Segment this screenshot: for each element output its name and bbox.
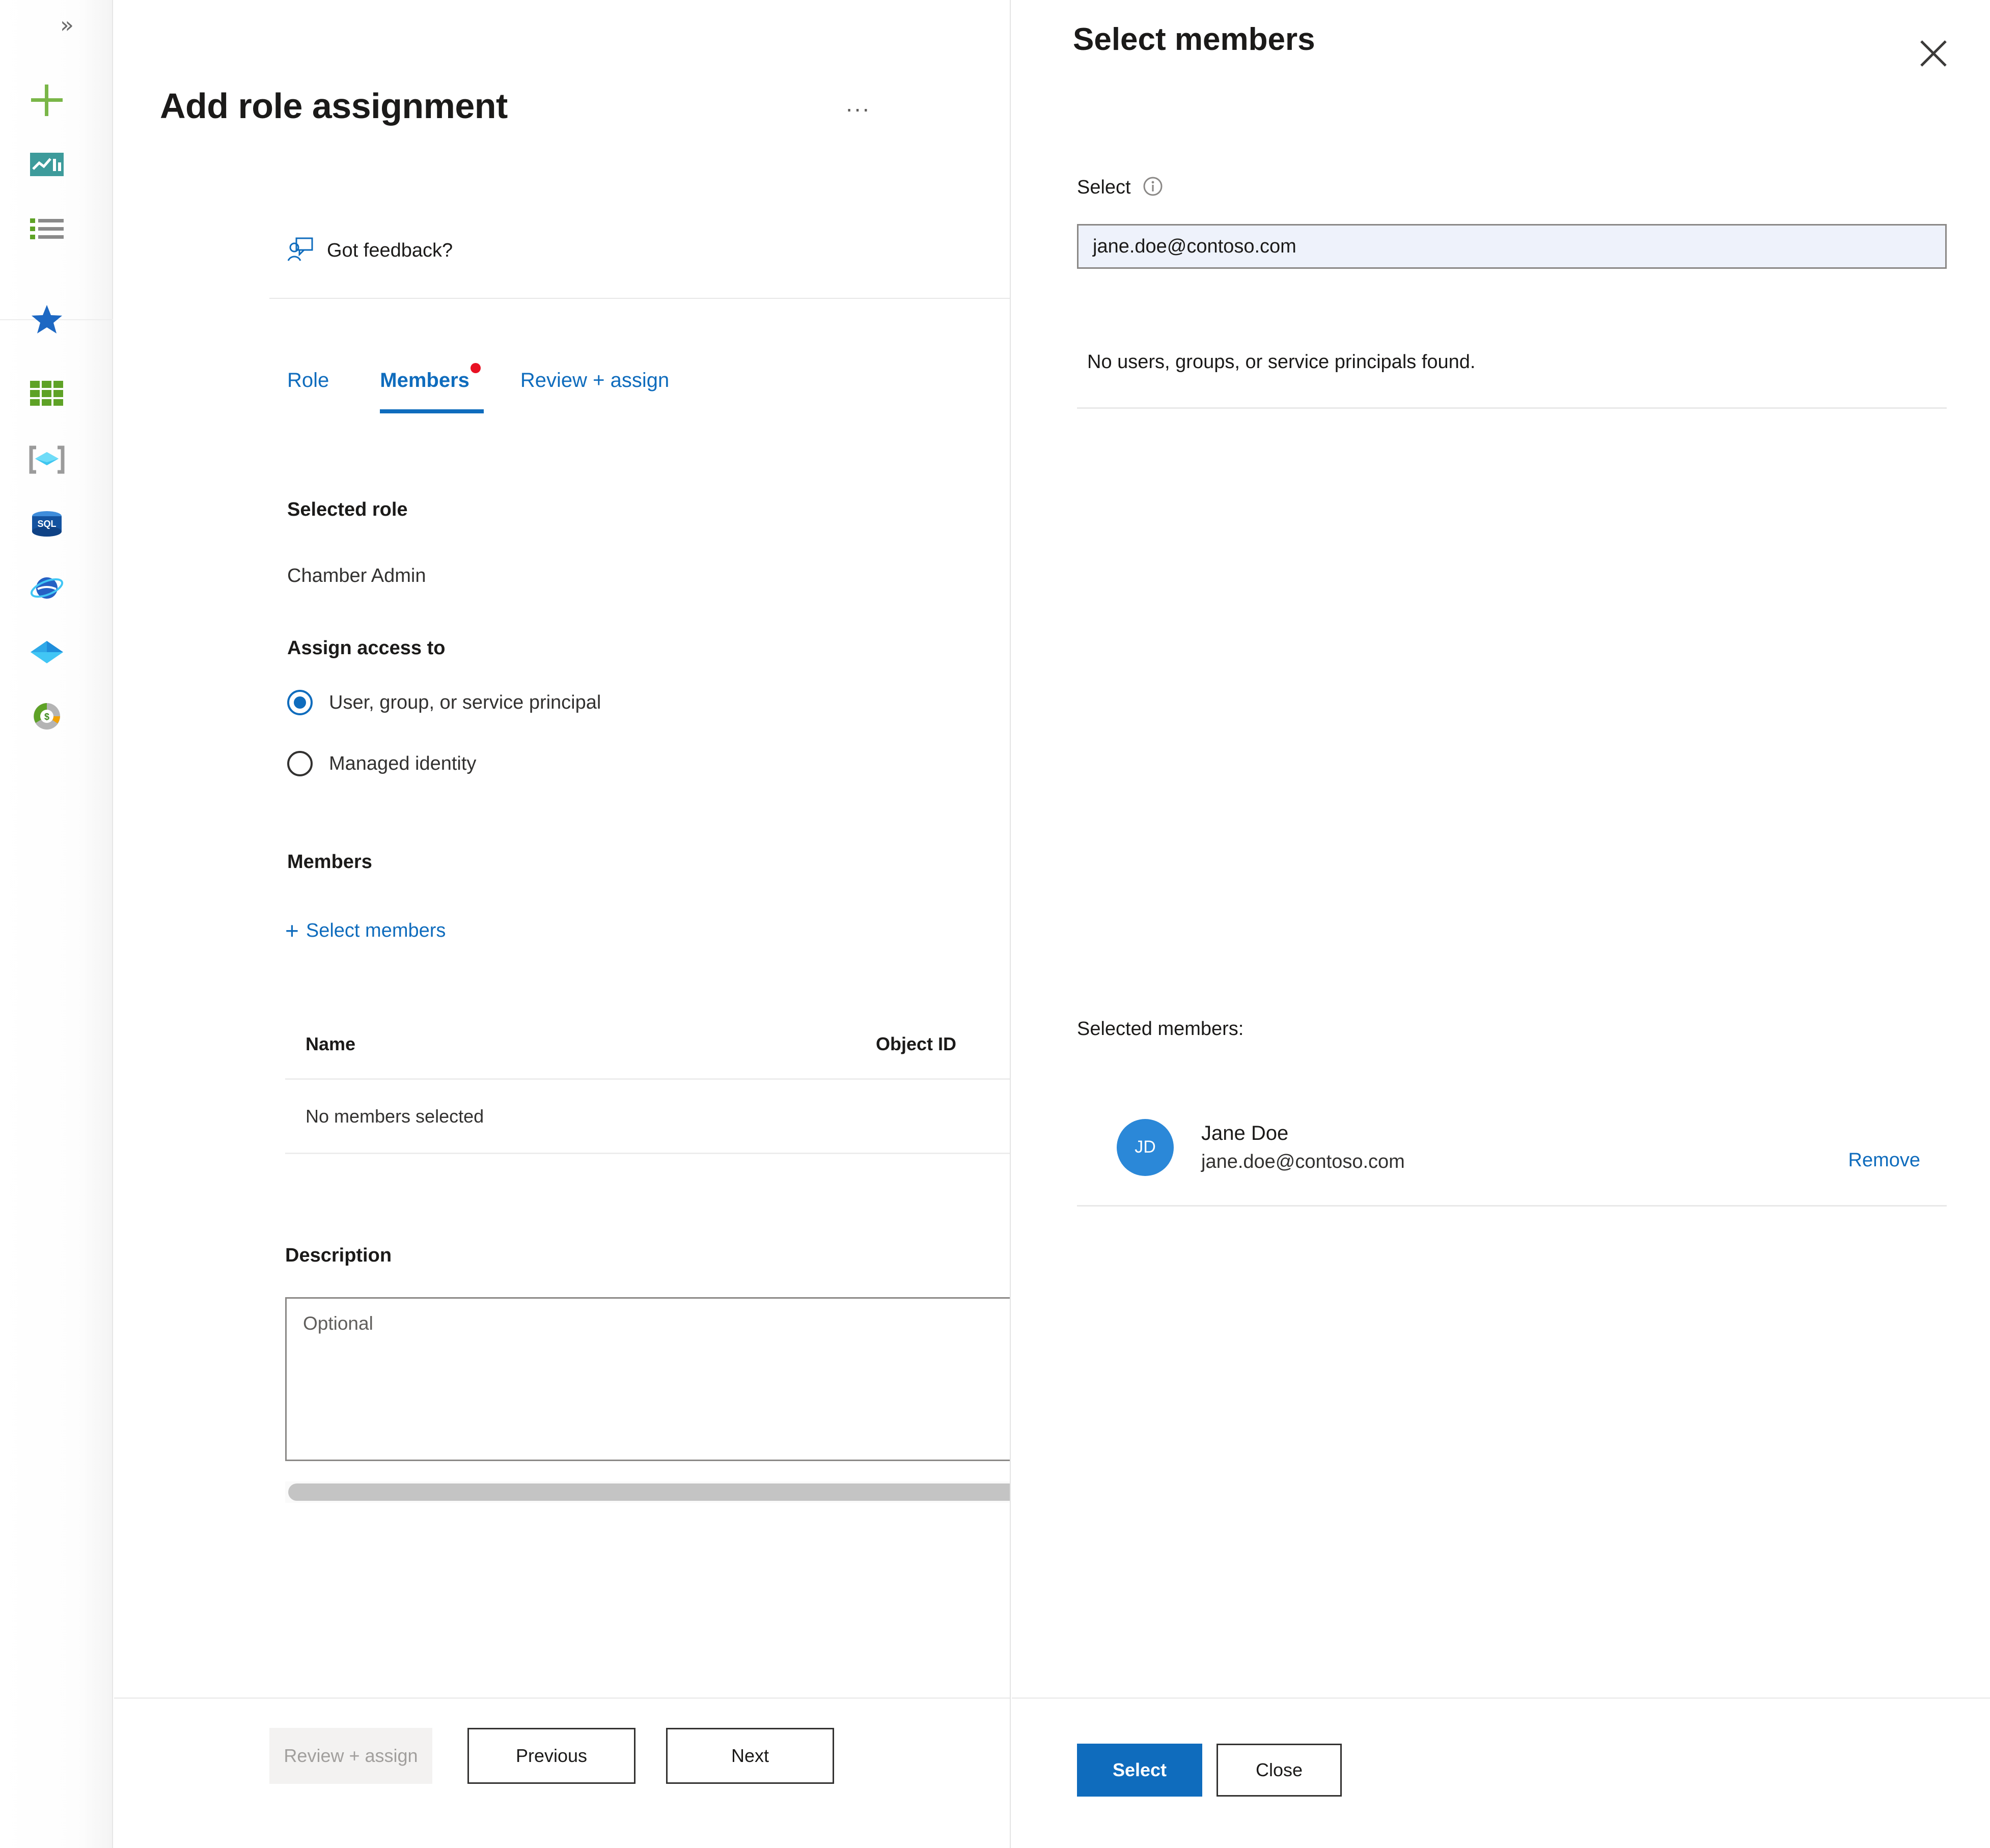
- resource-groups-icon[interactable]: [28, 441, 66, 479]
- assign-access-to-heading: Assign access to: [287, 637, 446, 659]
- radio-user-group-service-principal-label: User, group, or service principal: [329, 691, 601, 713]
- tab-role-label: Role: [287, 369, 329, 391]
- avatar: JD: [1117, 1118, 1174, 1176]
- next-button[interactable]: Next: [666, 1728, 834, 1784]
- selected-role-value: Chamber Admin: [287, 565, 426, 586]
- cost-management-icon[interactable]: $: [28, 697, 66, 735]
- context-pane-footer-divider: [1012, 1697, 1990, 1699]
- tab-review-assign[interactable]: Review + assign: [520, 369, 669, 409]
- radio-managed-identity[interactable]: Managed identity: [287, 751, 476, 776]
- all-resources-icon[interactable]: [28, 375, 66, 412]
- radio-selected-icon: [287, 690, 313, 715]
- previous-button[interactable]: Previous: [467, 1728, 635, 1784]
- members-empty-message: No members selected: [306, 1105, 484, 1127]
- results-divider: [1077, 407, 1947, 409]
- left-navigation-rail: » SQL $: [0, 0, 113, 1848]
- selected-member-info: Jane Doe jane.doe@contoso.com: [1201, 1122, 1405, 1173]
- got-feedback-link[interactable]: Got feedback?: [287, 237, 453, 265]
- horizontal-scrollbar-thumb[interactable]: [288, 1483, 1010, 1501]
- radio-user-group-service-principal[interactable]: User, group, or service principal: [287, 690, 601, 715]
- tab-members[interactable]: Members: [380, 363, 484, 413]
- tab-members-required-dot: [470, 363, 481, 373]
- members-heading: Members: [287, 851, 372, 873]
- description-placeholder: Optional: [303, 1313, 373, 1334]
- selected-role-heading: Selected role: [287, 499, 408, 520]
- header-divider: [269, 298, 1010, 299]
- list-item: JD Jane Doe jane.doe@contoso.com Remove: [1077, 1089, 1947, 1207]
- dashboard-icon[interactable]: [28, 146, 66, 183]
- all-services-icon[interactable]: [28, 210, 66, 247]
- radio-unselected-icon: [287, 751, 313, 776]
- select-members-context-pane: Select members Select jane.doe@contoso.c…: [1012, 0, 1990, 1848]
- blade-footer: Review + assign Previous Next: [114, 1699, 1010, 1848]
- remove-member-link[interactable]: Remove: [1848, 1150, 1921, 1171]
- select-members-link-label: Select members: [306, 919, 446, 941]
- plus-icon: +: [285, 917, 299, 944]
- close-icon[interactable]: [1911, 31, 1956, 76]
- svg-text:SQL: SQL: [37, 519, 56, 529]
- members-table-header: Name Object ID: [285, 1033, 1010, 1080]
- description-heading: Description: [285, 1245, 392, 1266]
- create-resource-icon[interactable]: [28, 81, 66, 119]
- select-members-link[interactable]: + Select members: [285, 919, 446, 942]
- radio-managed-identity-label: Managed identity: [329, 752, 477, 774]
- sql-databases-icon[interactable]: SQL: [28, 505, 66, 543]
- virtual-machines-icon[interactable]: [28, 633, 66, 671]
- select-members-search-input[interactable]: jane.doe@contoso.com: [1077, 224, 1947, 269]
- selected-members-label: Selected members:: [1077, 1018, 1244, 1040]
- select-field-label: Select: [1077, 177, 1131, 198]
- info-icon[interactable]: [1142, 176, 1164, 200]
- column-header-name: Name: [306, 1033, 356, 1054]
- more-options-icon[interactable]: ···: [845, 97, 870, 120]
- selected-member-name: Jane Doe: [1201, 1122, 1289, 1144]
- tab-role[interactable]: Role: [287, 369, 329, 409]
- no-results-message: No users, groups, or service principals …: [1087, 351, 1476, 373]
- select-button[interactable]: Select: [1077, 1744, 1202, 1797]
- selected-member-email: jane.doe@contoso.com: [1201, 1151, 1405, 1172]
- add-role-assignment-blade: Add role assignment ··· Got feedback? Ro…: [114, 0, 1011, 1848]
- azure-cosmos-db-icon[interactable]: [28, 569, 66, 607]
- svg-text:$: $: [44, 712, 49, 722]
- context-pane-title: Select members: [1073, 22, 1315, 57]
- description-textarea[interactable]: Optional: [285, 1297, 1010, 1461]
- azure-portal-screen: » SQL $ Add role assignment ··· Got feed…: [0, 0, 1990, 1848]
- column-header-object-id: Object ID: [876, 1033, 957, 1054]
- close-button[interactable]: Close: [1217, 1744, 1342, 1797]
- table-row: No members selected: [285, 1080, 1010, 1154]
- feedback-person-icon: [287, 237, 314, 265]
- page-title: Add role assignment: [160, 86, 508, 126]
- tab-members-label: Members: [380, 369, 469, 391]
- select-members-search-value: jane.doe@contoso.com: [1093, 235, 1296, 257]
- got-feedback-label: Got feedback?: [327, 240, 453, 261]
- wizard-tabs: Role Members Review + assign: [287, 363, 720, 413]
- favorites-star-icon[interactable]: [28, 300, 66, 338]
- review-assign-button: Review + assign: [269, 1728, 432, 1784]
- members-table: Name Object ID No members selected: [285, 1033, 1010, 1154]
- select-field-label-row: Select: [1077, 176, 1164, 200]
- tab-review-assign-label: Review + assign: [520, 369, 670, 391]
- expand-rail-chevrons-icon[interactable]: »: [60, 14, 74, 37]
